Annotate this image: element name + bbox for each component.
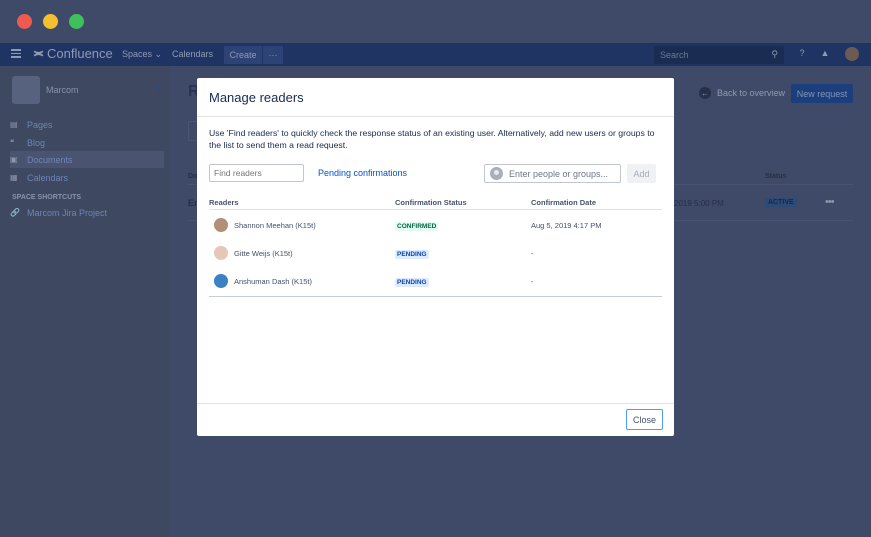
chevron-down-icon: ⌄ [154, 49, 163, 59]
table-header-divider [209, 209, 662, 210]
back-to-overview-button[interactable]: ← Back to overview [699, 87, 785, 99]
status-badge: ACTIVE [765, 198, 797, 207]
manage-readers-dialog: Manage readers Use 'Find readers' to qui… [197, 78, 674, 436]
sidebar-item-documents[interactable]: ▣ Documents [10, 151, 164, 168]
sidebar-item-pages[interactable]: ▤ Pages [10, 116, 53, 133]
confirmation-date: - [531, 249, 534, 258]
link-icon: 🔗 [10, 208, 20, 217]
status-badge: PENDING [395, 278, 429, 287]
column-header-document: Do [188, 173, 198, 180]
add-button[interactable]: Add [627, 164, 656, 183]
status-badge: CONFIRMED [395, 222, 439, 231]
top-navigation: Confluence Spaces ⌄ Calendars Create ···… [0, 43, 871, 66]
quote-icon: ❝ [10, 138, 15, 147]
column-header-readers: Readers [209, 198, 239, 207]
more-actions-icon[interactable]: ••• [825, 196, 835, 208]
column-header-status: Status [765, 173, 787, 180]
sidebar-item-label: Calendars [27, 172, 69, 183]
documents-icon: ▣ [10, 155, 18, 164]
dialog-title: Manage readers [209, 90, 304, 105]
table-row: Gitte Weijs (K15t) PENDING - [209, 239, 662, 267]
sidebar-shortcut-label: Marcom Jira Project [27, 207, 108, 218]
confluence-logo[interactable]: Confluence [33, 46, 113, 61]
person-placeholder-icon [490, 167, 503, 180]
window-titlebar [0, 0, 871, 43]
people-picker-placeholder: Enter people or groups... [509, 168, 609, 179]
help-icon[interactable]: ? [796, 48, 808, 60]
table-bottom-divider [209, 296, 662, 297]
table-row-date: 2019 5:00 PM [674, 199, 724, 208]
reader-name: Anshuman Dash (K15t) [234, 277, 312, 286]
avatar [214, 274, 228, 288]
column-header-confirmation-status: Confirmation Status [395, 198, 467, 207]
confirmation-date: - [531, 277, 534, 286]
arrow-left-icon: ← [699, 87, 711, 99]
reader-name: Shannon Meehan (K15t) [234, 221, 316, 230]
avatar [214, 218, 228, 232]
sidebar-shortcut-jira[interactable]: 🔗 Marcom Jira Project [10, 204, 107, 221]
confirmation-date: Aug 5, 2019 4:17 PM [531, 221, 602, 230]
nav-spaces-label: Spaces [122, 49, 153, 59]
reader-name: Gitte Weijs (K15t) [234, 249, 293, 258]
more-create-button[interactable]: ··· [263, 46, 283, 64]
search-icon: ⚲ [771, 49, 778, 59]
sidebar-item-label: Pages [27, 119, 53, 130]
close-button[interactable]: Close [626, 409, 663, 430]
people-picker-input[interactable]: Enter people or groups... [484, 164, 621, 183]
dialog-header: Manage readers [197, 78, 674, 117]
close-window-button[interactable] [17, 14, 32, 29]
table-row: Shannon Meehan (K15t) CONFIRMED Aug 5, 2… [209, 211, 662, 239]
sidebar-item-label: Documents [27, 154, 73, 165]
sidebar-item-calendars[interactable]: ▦ Calendars [10, 169, 68, 186]
minimize-window-button[interactable] [43, 14, 58, 29]
status-badge: PENDING [395, 250, 429, 259]
space-logo[interactable] [12, 76, 40, 104]
user-avatar[interactable] [845, 47, 859, 61]
search-placeholder: Search [660, 50, 689, 60]
dialog-footer-divider [197, 403, 674, 404]
pages-icon: ▤ [10, 120, 18, 129]
maximize-window-button[interactable] [69, 14, 84, 29]
column-header-confirmation-date: Confirmation Date [531, 198, 597, 207]
space-name[interactable]: Marcom [46, 85, 79, 95]
brand-name: Confluence [47, 46, 113, 61]
star-icon[interactable]: ★ [154, 84, 163, 95]
dialog-description: Use 'Find readers' to quickly check the … [209, 128, 655, 150]
create-button[interactable]: Create [224, 46, 262, 64]
notifications-icon[interactable]: ▲ [819, 48, 831, 60]
avatar [214, 246, 228, 260]
new-request-button[interactable]: New request [791, 84, 853, 103]
confluence-icon [33, 50, 44, 57]
space-shortcuts-heading: SPACE SHORTCUTS [12, 194, 82, 201]
table-row: Anshuman Dash (K15t) PENDING - [209, 267, 662, 295]
sidebar-item-label: Blog [27, 137, 46, 148]
search-input[interactable]: Search ⚲ [654, 46, 784, 64]
pending-confirmations-link[interactable]: Pending confirmations [318, 168, 407, 178]
menu-icon[interactable] [11, 49, 21, 60]
find-readers-input[interactable] [209, 164, 304, 182]
nav-spaces[interactable]: Spaces ⌄ [122, 49, 162, 60]
nav-calendars[interactable]: Calendars [172, 49, 213, 59]
sidebar-item-blog[interactable]: ❝ Blog [10, 134, 45, 151]
calendar-icon: ▦ [10, 173, 18, 182]
back-label: Back to overview [717, 88, 786, 98]
